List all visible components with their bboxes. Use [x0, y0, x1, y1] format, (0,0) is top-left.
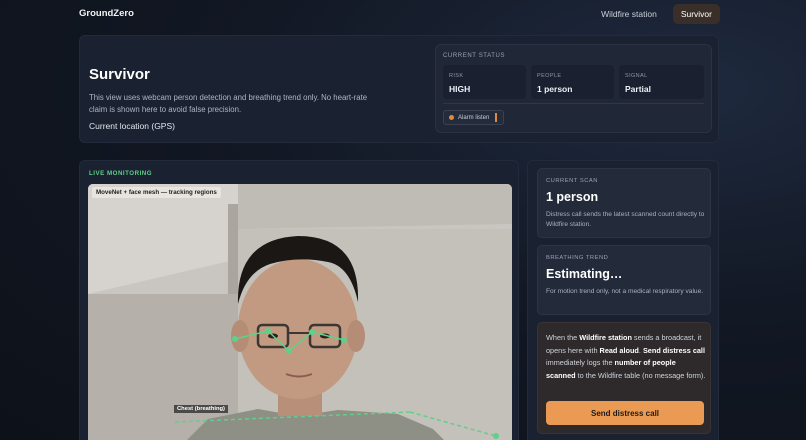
tracking-badge: MoveNet + face mesh — tracking regions [92, 187, 221, 198]
nav-wildfire-station[interactable]: Wildfire station [593, 4, 665, 24]
signal-value: Partial [625, 84, 651, 94]
risk-label: RISK [449, 73, 464, 79]
chest-region-label: Chest (breathing) [174, 405, 228, 413]
live-monitoring-label: LIVE MONITORING [89, 170, 153, 177]
distress-card: When the Wildfire station sends a broadc… [537, 322, 711, 434]
page-description: This view uses webcam person detection a… [89, 93, 368, 114]
alarm-label: Alarm listen [458, 114, 490, 121]
scan-description: Distress call sends the latest scanned c… [546, 211, 705, 228]
alarm-listen-toggle[interactable]: Alarm listen [443, 110, 504, 125]
brand-logo[interactable]: GroundZero [79, 8, 134, 19]
people-value: 1 person [537, 84, 573, 94]
scan-label: CURRENT SCAN [546, 178, 598, 184]
distress-description: When the Wildfire station sends a broadc… [546, 333, 706, 381]
current-status-card: CURRENT STATUS RISK HIGH PEOPLE 1 person… [435, 44, 712, 133]
breathing-description: For motion trend only, not a medical res… [546, 288, 704, 295]
send-distress-call-button[interactable]: Send distress call [546, 401, 704, 425]
top-bar: GroundZero Wildfire station Survivor [0, 0, 806, 28]
breathing-trend-card: BREATHING TREND Estimating… For motion t… [537, 245, 711, 315]
signal-label: SIGNAL [625, 73, 648, 79]
breathing-value: Estimating… [546, 267, 623, 281]
alarm-level-icon [495, 113, 497, 122]
live-monitoring-panel: LIVE MONITORING MoveNet + face mesh — tr… [79, 160, 519, 440]
side-panel: CURRENT SCAN 1 person Distress call send… [527, 160, 719, 440]
hero-panel: Survivor This view uses webcam person de… [79, 35, 719, 143]
current-scan-card: CURRENT SCAN 1 person Distress call send… [537, 168, 711, 238]
status-heading: CURRENT STATUS [443, 53, 506, 59]
main-nav: Wildfire station Survivor [593, 4, 720, 24]
risk-value: HIGH [449, 84, 471, 94]
alarm-dot-icon [449, 115, 454, 120]
nav-survivor[interactable]: Survivor [672, 4, 720, 24]
status-divider [443, 103, 704, 104]
people-label: PEOPLE [537, 73, 562, 79]
webcam-frame-image [88, 184, 512, 440]
webcam-feed: MoveNet + face mesh — tracking regions C… [88, 184, 512, 440]
breathing-label: BREATHING TREND [546, 255, 609, 261]
people-stat: PEOPLE 1 person [531, 65, 614, 99]
risk-stat: RISK HIGH [443, 65, 526, 99]
page-title: Survivor [89, 66, 150, 83]
current-location: Current location (GPS) [89, 121, 175, 131]
signal-stat: SIGNAL Partial [619, 65, 704, 99]
scan-value: 1 person [546, 190, 599, 204]
